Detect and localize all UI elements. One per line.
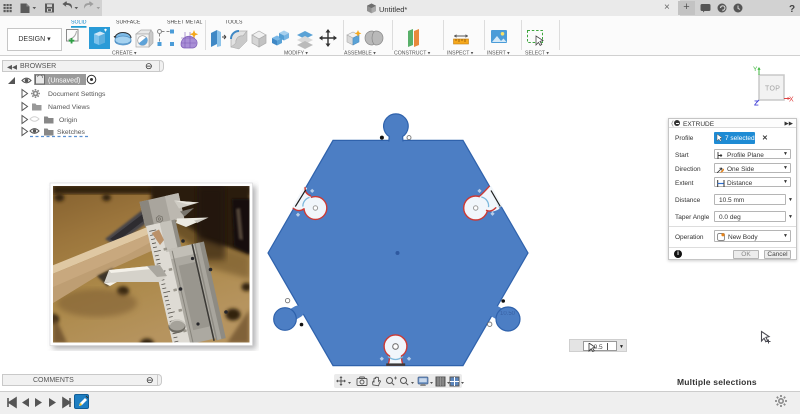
svg-text:(Unsaved): (Unsaved): [48, 78, 80, 85]
svg-text:Sketches: Sketches: [57, 129, 86, 136]
svg-text:Named Views: Named Views: [48, 104, 90, 111]
svg-text:Y: Y: [753, 66, 758, 73]
svg-text:TOP: TOP: [765, 86, 780, 93]
svg-text:Origin: Origin: [59, 117, 77, 124]
svg-text:Z: Z: [754, 99, 759, 108]
svg-text:10.50: 10.50: [500, 311, 516, 317]
svg-text:Document Settings: Document Settings: [48, 91, 106, 98]
svg-text:X: X: [789, 97, 794, 104]
